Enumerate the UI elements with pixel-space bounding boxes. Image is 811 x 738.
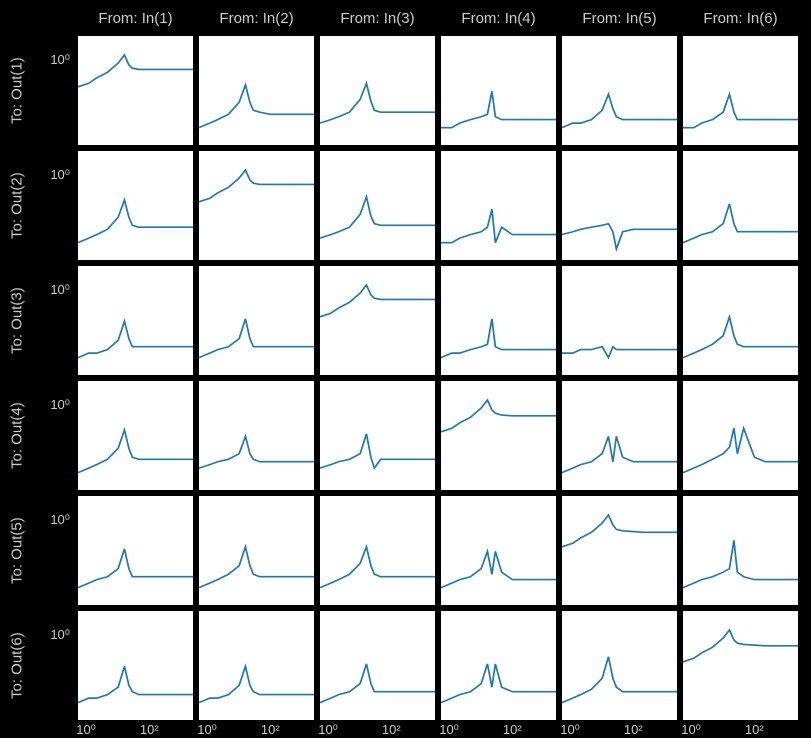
x-tick-label: 10² [140, 722, 159, 737]
subplot [199, 611, 314, 720]
col-title: From: In(3) [320, 10, 435, 27]
y-tick-label: 10⁰ [50, 282, 70, 298]
subplot [683, 36, 798, 145]
subplot [441, 381, 556, 490]
y-tick-label: 10⁰ [50, 512, 70, 528]
subplot [199, 36, 314, 145]
subplot [441, 151, 556, 260]
row-title: To: Out(2) [6, 151, 28, 260]
y-tick-label: 10⁰ [50, 397, 70, 413]
subplot [683, 151, 798, 260]
subplot [78, 496, 193, 605]
subplot [78, 611, 193, 720]
col-title: From: In(6) [683, 10, 798, 27]
y-tick-label: 10⁰ [50, 627, 70, 643]
subplot [199, 266, 314, 375]
subplot [320, 496, 435, 605]
subplot [562, 266, 677, 375]
col-title: From: In(1) [78, 10, 193, 27]
subplot-grid [78, 36, 798, 720]
subplot [683, 496, 798, 605]
column-titles: From: In(1) From: In(2) From: In(3) From… [78, 10, 798, 27]
subplot [320, 611, 435, 720]
subplot [441, 36, 556, 145]
subplot [683, 266, 798, 375]
col-title: From: In(2) [199, 10, 314, 27]
row-title: To: Out(6) [6, 611, 28, 720]
row-titles: To: Out(1) To: Out(2) To: Out(3) To: Out… [6, 36, 28, 720]
row-title: To: Out(1) [6, 36, 28, 145]
row-title: To: Out(5) [6, 496, 28, 605]
subplot [320, 151, 435, 260]
subplot [78, 266, 193, 375]
subplot [441, 266, 556, 375]
subplot [320, 36, 435, 145]
subplot [683, 381, 798, 490]
x-tick-label: 10² [624, 722, 643, 737]
subplot [562, 611, 677, 720]
subplot [78, 36, 193, 145]
col-title: From: In(4) [441, 10, 556, 27]
x-tick-label: 10² [503, 722, 522, 737]
subplot [562, 381, 677, 490]
subplot [441, 496, 556, 605]
subplot [562, 36, 677, 145]
x-tick-label: 10² [261, 722, 280, 737]
subplot [320, 381, 435, 490]
subplot [683, 611, 798, 720]
subplot [441, 611, 556, 720]
subplot [199, 151, 314, 260]
col-title: From: In(5) [562, 10, 677, 27]
x-tick-label: 10² [382, 722, 401, 737]
subplot [78, 151, 193, 260]
subplot [199, 496, 314, 605]
y-tick-label: 10⁰ [50, 52, 70, 68]
subplot [562, 151, 677, 260]
x-tick-label: 10² [745, 722, 764, 737]
subplot [320, 266, 435, 375]
y-axis-ticks: 10⁰ 10⁰ 10⁰ 10⁰ 10⁰ 10⁰ [30, 36, 74, 720]
y-tick-label: 10⁰ [50, 167, 70, 183]
row-title: To: Out(4) [6, 381, 28, 490]
subplot [562, 496, 677, 605]
subplot [199, 381, 314, 490]
row-title: To: Out(3) [6, 266, 28, 375]
subplot [78, 381, 193, 490]
